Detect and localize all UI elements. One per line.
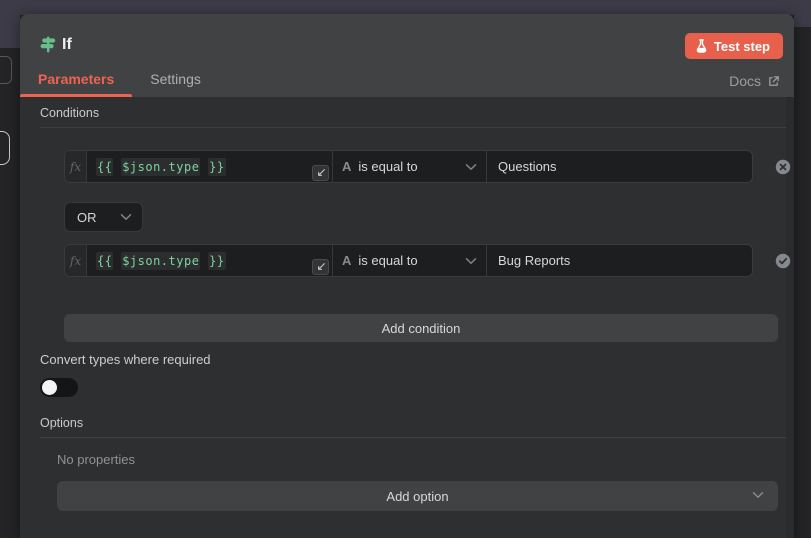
combinator-dropdown[interactable]: OR	[64, 202, 143, 232]
docs-link[interactable]: Docs	[729, 73, 780, 89]
chevron-down-icon	[465, 257, 477, 265]
convert-types-label: Convert types where required	[40, 352, 211, 367]
expand-expression-icon[interactable]	[312, 259, 329, 275]
condition-inputs: fx {{ $json.type }} A is equal to	[64, 244, 753, 277]
expression-fx-prefix: fx	[65, 245, 87, 276]
left-value-expression-input[interactable]: {{ $json.type }}	[87, 245, 333, 276]
section-divider	[40, 127, 786, 128]
left-value-expression-input[interactable]: {{ $json.type }}	[87, 151, 333, 182]
tab-settings[interactable]: Settings	[132, 61, 219, 97]
n8n-workspace: If Test step Parameters Settings	[0, 0, 811, 538]
expand-expression-icon[interactable]	[312, 165, 329, 181]
string-type-icon: A	[342, 253, 351, 268]
operator-dropdown[interactable]: A is equal to	[333, 245, 487, 276]
canvas-background-right	[794, 0, 811, 27]
conditions-section-label: Conditions	[40, 106, 99, 120]
tab-parameters[interactable]: Parameters	[20, 61, 132, 97]
section-divider	[40, 437, 786, 438]
background-panel-fragment	[0, 56, 12, 84]
chevron-down-icon	[465, 163, 477, 171]
add-option-button[interactable]: Add option	[57, 481, 778, 511]
operator-dropdown[interactable]: A is equal to	[333, 151, 487, 182]
convert-types-toggle[interactable]	[40, 378, 78, 397]
remove-condition-icon[interactable]	[775, 159, 791, 175]
right-value-input[interactable]: Bug Reports	[487, 245, 752, 276]
background-node-fragment	[0, 131, 10, 165]
condition-valid-icon[interactable]	[775, 253, 791, 269]
if-node-icon	[38, 35, 58, 55]
canvas-background-left	[0, 0, 20, 48]
node-settings-panel: If Test step Parameters Settings	[20, 14, 794, 538]
condition-row: fx {{ $json.type }} A is equal to	[64, 150, 794, 183]
test-step-label: Test step	[714, 39, 770, 54]
external-link-icon	[767, 75, 780, 88]
right-value-input[interactable]: Questions	[487, 151, 752, 182]
docs-label: Docs	[729, 73, 761, 89]
no-properties-text: No properties	[57, 452, 135, 467]
options-section-label: Options	[40, 416, 83, 430]
panel-header: If Test step Parameters Settings	[20, 14, 794, 97]
chevron-down-icon	[120, 213, 132, 221]
parameters-panel: Conditions fx {{ $json.type }}	[20, 97, 794, 538]
add-condition-button[interactable]: Add condition	[64, 314, 778, 342]
node-title: If	[62, 36, 72, 54]
tab-bar: Parameters Settings	[20, 61, 219, 97]
toggle-knob	[42, 380, 57, 395]
string-type-icon: A	[342, 159, 351, 174]
condition-inputs: fx {{ $json.type }} A is equal to	[64, 150, 753, 183]
chevron-down-icon	[752, 491, 764, 499]
expression-fx-prefix: fx	[65, 151, 87, 182]
flask-icon	[695, 39, 708, 53]
condition-row: fx {{ $json.type }} A is equal to	[64, 244, 794, 277]
test-step-button[interactable]: Test step	[685, 33, 783, 59]
canvas-background-band	[0, 0, 811, 15]
